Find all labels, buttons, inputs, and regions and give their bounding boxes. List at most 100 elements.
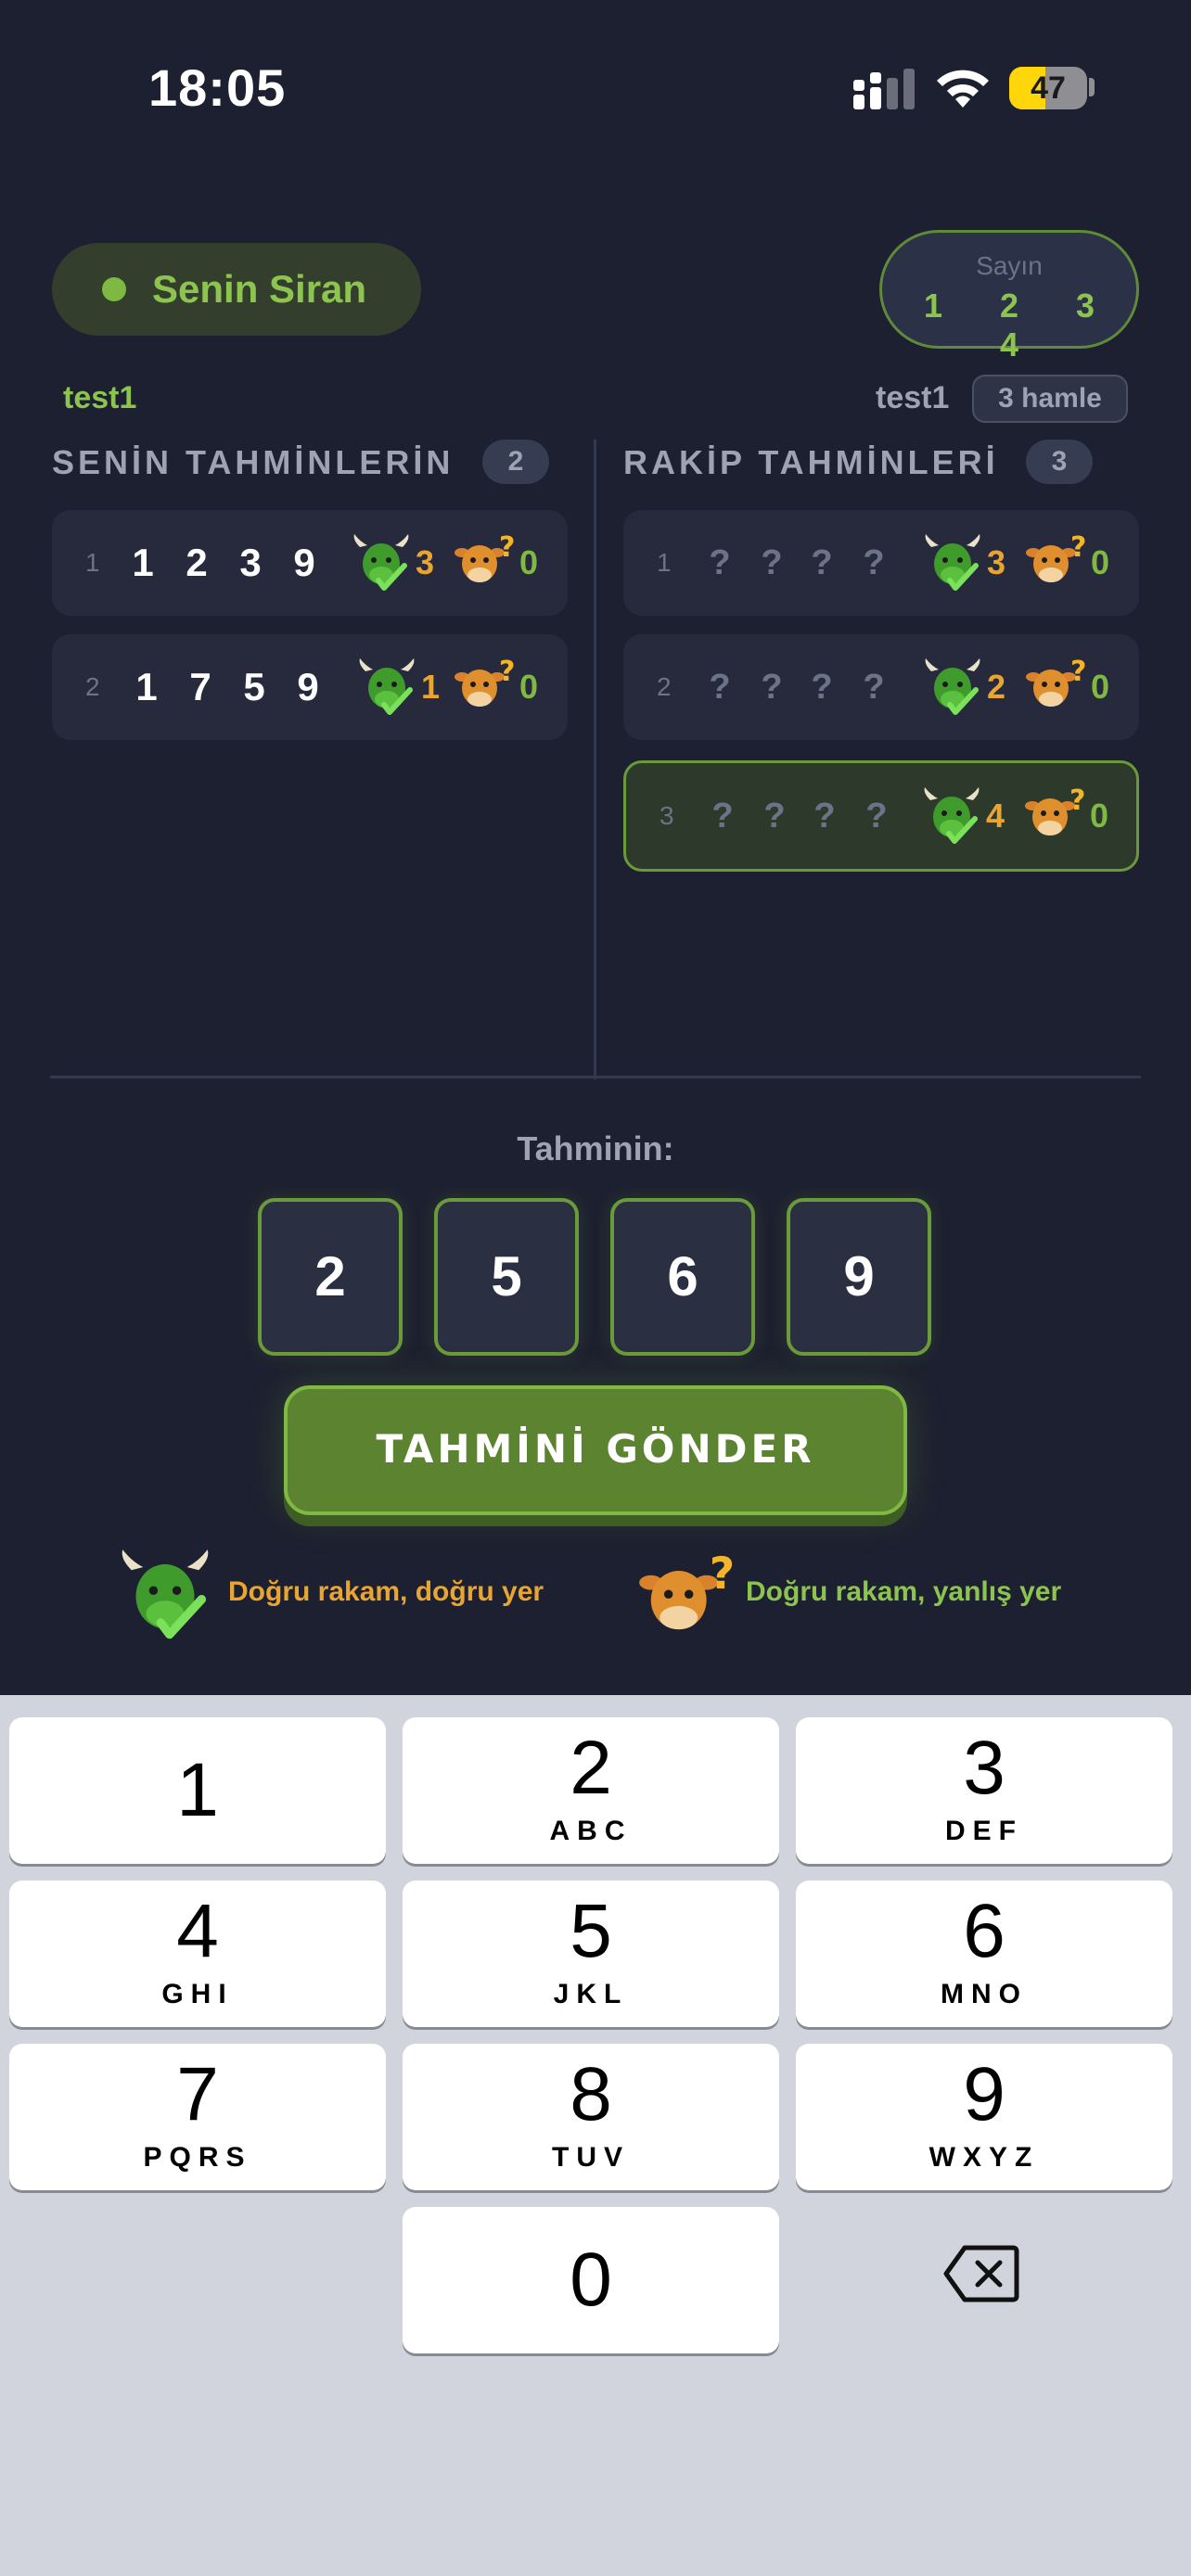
secret-digits: 1 2 3 4	[923, 287, 1120, 363]
hidden-digit: ?	[709, 543, 731, 582]
hidden-digit: ?	[865, 797, 888, 835]
bull-icon	[356, 657, 417, 718]
opponent-guess-row: 1 ? ? ? ? 3 0	[623, 510, 1139, 616]
row-index: 3	[660, 801, 674, 830]
guess-digit: 7	[189, 665, 211, 708]
submit-guess-button[interactable]: TAHMİNİ GÖNDER	[284, 1385, 907, 1515]
key-1[interactable]: 1	[9, 1717, 386, 1864]
key-letters: DEF	[945, 1816, 1023, 1846]
key-letters: MNO	[941, 1979, 1028, 2009]
opponent-guesses-count: 3	[1026, 440, 1093, 484]
cow-count: 0	[1091, 668, 1110, 706]
column-divider	[594, 440, 596, 1079]
hidden-digit: ?	[709, 668, 731, 707]
key-number: 6	[963, 1889, 1005, 1973]
secret-label: Sayın	[976, 251, 1043, 280]
bull-icon	[351, 532, 412, 593]
my-guess-row: 1 1 2 3 9 3 0	[52, 510, 568, 616]
guess-digit-box-1[interactable]: 2	[258, 1198, 403, 1356]
key-letters: TUV	[552, 2142, 630, 2173]
backspace-icon[interactable]	[942, 2244, 1020, 2303]
guess-digit: 1	[135, 665, 158, 708]
my-guess-row: 2 1 7 5 9 1 0	[52, 634, 568, 740]
turn-label: Senin Siran	[152, 267, 367, 311]
key-number: 1	[176, 1748, 219, 1832]
key-number: 7	[176, 2052, 219, 2136]
battery-cap	[1089, 78, 1095, 96]
cow-count: 0	[1091, 543, 1110, 581]
bull-count: 3	[416, 543, 435, 581]
key-5[interactable]: 5 JKL	[403, 1881, 779, 2027]
key-number: 0	[570, 2238, 612, 2322]
row-index: 2	[85, 672, 100, 701]
hidden-digit: ?	[811, 668, 833, 707]
hidden-digit: ?	[863, 668, 885, 707]
legend-cow-text: Doğru rakam, yanlış yer	[746, 1576, 1062, 1607]
my-player-name: test1	[63, 380, 137, 415]
hidden-digit: ?	[863, 543, 885, 582]
hidden-digit: ?	[761, 543, 783, 582]
my-guesses-header: SENİN TAHMİNLERİN	[52, 443, 455, 481]
cow-icon	[455, 657, 514, 707]
key-number: 3	[963, 1726, 1005, 1810]
key-2[interactable]: 2 ABC	[403, 1717, 779, 1864]
row-index: 1	[657, 548, 672, 577]
key-number: 2	[570, 1726, 612, 1810]
hidden-digit: ?	[711, 797, 734, 835]
secret-number-card: Sayın 1 2 3 4	[879, 230, 1139, 363]
cow-count: 0	[519, 543, 539, 581]
bull-count: 1	[421, 668, 441, 706]
my-guesses-count: 2	[482, 440, 549, 484]
battery-percent: 47	[1031, 70, 1066, 106]
opponent-guesses-header: RAKİP TAHMİNLERİ	[623, 443, 999, 481]
key-number: 9	[963, 2052, 1005, 2136]
key-letters: GHI	[161, 1979, 234, 2009]
opponent-guess-row: 2 ? ? ? ? 2 0	[623, 634, 1139, 740]
cow-count: 0	[519, 668, 539, 706]
bull-icon	[117, 1547, 213, 1643]
hidden-digit: ?	[763, 797, 786, 835]
guess-digit-box-4[interactable]: 9	[787, 1198, 931, 1356]
guess-digit: 9	[297, 665, 319, 708]
bull-count: 3	[987, 543, 1006, 581]
guess-digit: 9	[293, 541, 315, 584]
cow-icon	[455, 532, 514, 582]
key-letters: ABC	[549, 1816, 633, 1846]
key-6[interactable]: 6 MNO	[796, 1881, 1172, 2027]
key-0[interactable]: 0	[403, 2207, 779, 2353]
bull-count: 2	[987, 668, 1006, 706]
cow-icon	[639, 1550, 733, 1630]
guess-input-label: Tahminin:	[517, 1129, 674, 1167]
bull-icon	[922, 657, 983, 718]
cow-icon	[1026, 657, 1085, 707]
status-time: 18:05	[148, 58, 287, 117]
bull-count: 4	[986, 797, 1005, 835]
turn-status-dot	[102, 277, 126, 301]
legend-bull-text: Doğru rakam, doğru yer	[228, 1576, 544, 1607]
cow-icon	[1025, 785, 1084, 835]
guess-digit-box-2[interactable]: 5	[434, 1198, 579, 1356]
cellular-signal-icon	[853, 69, 915, 109]
key-8[interactable]: 8 TUV	[403, 2044, 779, 2190]
key-3[interactable]: 3 DEF	[796, 1717, 1172, 1864]
key-number: 8	[570, 2052, 612, 2136]
opponent-moves-badge: 3 hamle	[972, 375, 1128, 423]
bull-icon	[922, 532, 983, 593]
guess-digit: 2	[186, 541, 208, 584]
key-letters: WXYZ	[928, 2142, 1040, 2173]
key-letters: PQRS	[143, 2142, 252, 2173]
bull-icon	[921, 785, 982, 847]
hidden-digit: ?	[813, 797, 836, 835]
guess-digit: 5	[243, 665, 265, 708]
hidden-digit: ?	[761, 668, 783, 707]
key-9[interactable]: 9 WXYZ	[796, 2044, 1172, 2190]
key-number: 4	[176, 1889, 219, 1973]
key-7[interactable]: 7 PQRS	[9, 2044, 386, 2190]
guess-digit-box-3[interactable]: 6	[610, 1198, 755, 1356]
opponent-guess-row-latest: 3 ? ? ? ? 4 0	[623, 760, 1139, 872]
cow-icon	[1026, 532, 1085, 582]
row-index: 1	[85, 548, 100, 577]
opponent-player-name: test1	[876, 380, 950, 415]
row-index: 2	[657, 672, 672, 701]
key-4[interactable]: 4 GHI	[9, 1881, 386, 2027]
